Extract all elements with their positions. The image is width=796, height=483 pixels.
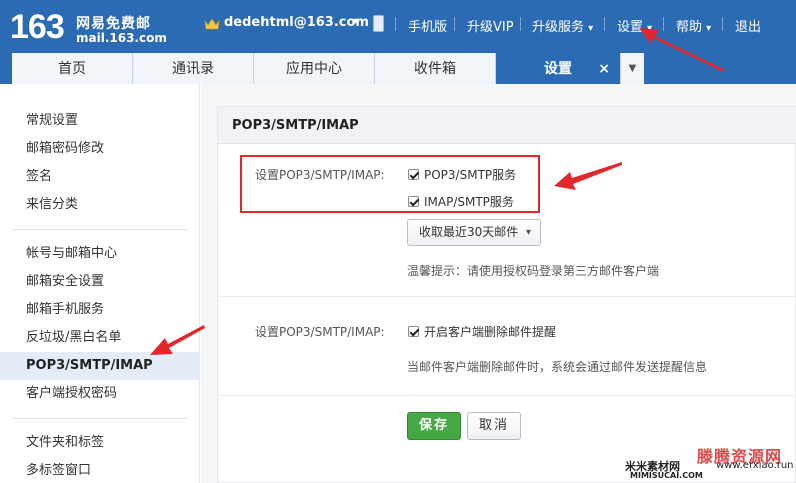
sidebar-item-security[interactable]: 邮箱安全设置 — [0, 268, 200, 296]
nav-help-label: 帮助 — [676, 20, 703, 35]
logo-name: 网易免费邮 — [76, 16, 151, 32]
top-header: 163 网易免费邮 mail.163.com dedehtml@163.com … — [0, 0, 796, 84]
delete-reminder-checkbox[interactable] — [408, 326, 419, 337]
auth-code-hint: 温馨提示：请使用授权码登录第三方邮件客户端 — [407, 264, 660, 278]
sidebar-item-mobile-service[interactable]: 邮箱手机服务 — [0, 296, 200, 324]
nav-separator — [663, 17, 664, 31]
sidebar-item-general[interactable]: 常规设置 — [0, 107, 200, 135]
sidebar-item-signature[interactable]: 签名 — [0, 163, 200, 191]
row-divider — [218, 296, 795, 297]
sidebar-divider — [12, 229, 188, 230]
watermark-text: MIMISUCAI.COM — [630, 471, 703, 480]
nav-separator — [395, 17, 396, 31]
settings-content: POP3/SMTP/IMAP 设置POP3/SMTP/IMAP: POP3/SM… — [201, 84, 796, 483]
settings-sidebar: 常规设置 邮箱密码修改 签名 来信分类 帐号与邮箱中心 邮箱安全设置 邮箱手机服… — [0, 84, 200, 483]
crown-icon — [204, 18, 220, 30]
tab-contacts[interactable]: 通讯录 — [133, 53, 254, 84]
sidebar-item-folders-labels[interactable]: 文件夹和标签 — [0, 429, 200, 457]
fetch-range-select[interactable]: 收取最近30天邮件 ▾ — [407, 219, 541, 246]
nav-settings[interactable]: 设置 ▾ — [617, 16, 652, 35]
annotation-highlight-box — [240, 155, 540, 213]
nav-mobile[interactable]: 手机版 — [408, 16, 447, 35]
sidebar-item-password[interactable]: 邮箱密码修改 — [0, 135, 200, 163]
row2-label: 设置POP3/SMTP/IMAP: — [255, 325, 385, 339]
fetch-range-value: 收取最近30天邮件 — [419, 225, 519, 239]
tab-inbox[interactable]: 收件箱 — [375, 53, 496, 84]
chevron-down-icon: ▾ — [525, 227, 531, 238]
nav-separator — [454, 17, 455, 31]
nav-separator — [520, 17, 521, 31]
nav-settings-label: 设置 — [617, 20, 644, 35]
sidebar-item-pop3-smtp-imap[interactable]: POP3/SMTP/IMAP — [0, 352, 200, 380]
delete-reminder-hint: 当邮件客户端删除邮件时，系统会通过邮件发送提醒信息 — [407, 360, 708, 374]
panel-title: POP3/SMTP/IMAP — [218, 107, 796, 144]
nav-upgrade-vip[interactable]: 升级VIP — [467, 16, 514, 35]
sidebar-divider — [12, 418, 188, 419]
mobile-icon[interactable] — [373, 15, 384, 32]
tab-settings[interactable]: 设置 × — [496, 53, 620, 84]
cancel-button[interactable]: 取消 — [467, 412, 521, 440]
logo-domain: mail.163.com — [76, 31, 167, 45]
nav-upgrade-service[interactable]: 升级服务 ▾ — [532, 16, 593, 35]
nav-help[interactable]: 帮助 ▾ — [676, 16, 711, 35]
chevron-down-icon: ▾ — [647, 23, 653, 34]
sidebar-item-multi-tab[interactable]: 多标签窗口 — [0, 457, 200, 483]
nav-upgrade-service-label: 升级服务 — [532, 20, 585, 35]
sidebar-item-account-center[interactable]: 帐号与邮箱中心 — [0, 240, 200, 268]
row-divider — [218, 395, 795, 396]
tab-app-center[interactable]: 应用中心 — [254, 53, 375, 84]
tab-home[interactable]: 首页 — [12, 53, 133, 84]
sidebar-item-mail-filter[interactable]: 来信分类 — [0, 191, 200, 219]
save-button[interactable]: 保存 — [407, 412, 461, 440]
chevron-down-icon[interactable]: ▾ — [353, 16, 358, 27]
chevron-down-icon: ▾ — [706, 23, 712, 34]
delete-reminder-label: 开启客户端删除邮件提醒 — [424, 325, 557, 339]
sidebar-item-client-auth-code[interactable]: 客户端授权密码 — [0, 380, 200, 408]
tab-settings-label: 设置 — [544, 61, 572, 77]
sidebar-item-spam-lists[interactable]: 反垃圾/黑白名单 — [0, 324, 200, 352]
close-icon[interactable]: × — [598, 53, 610, 85]
watermark-text: www.erxiao.run — [716, 460, 794, 471]
logo-number[interactable]: 163 — [10, 8, 65, 46]
user-email[interactable]: dedehtml@163.com — [224, 15, 369, 30]
nav-logout[interactable]: 退出 — [735, 16, 761, 35]
nav-separator — [604, 17, 605, 31]
tab-more-chevron-icon[interactable]: ▼ — [620, 53, 644, 84]
chevron-down-icon: ▾ — [588, 23, 594, 34]
nav-separator — [722, 17, 723, 31]
